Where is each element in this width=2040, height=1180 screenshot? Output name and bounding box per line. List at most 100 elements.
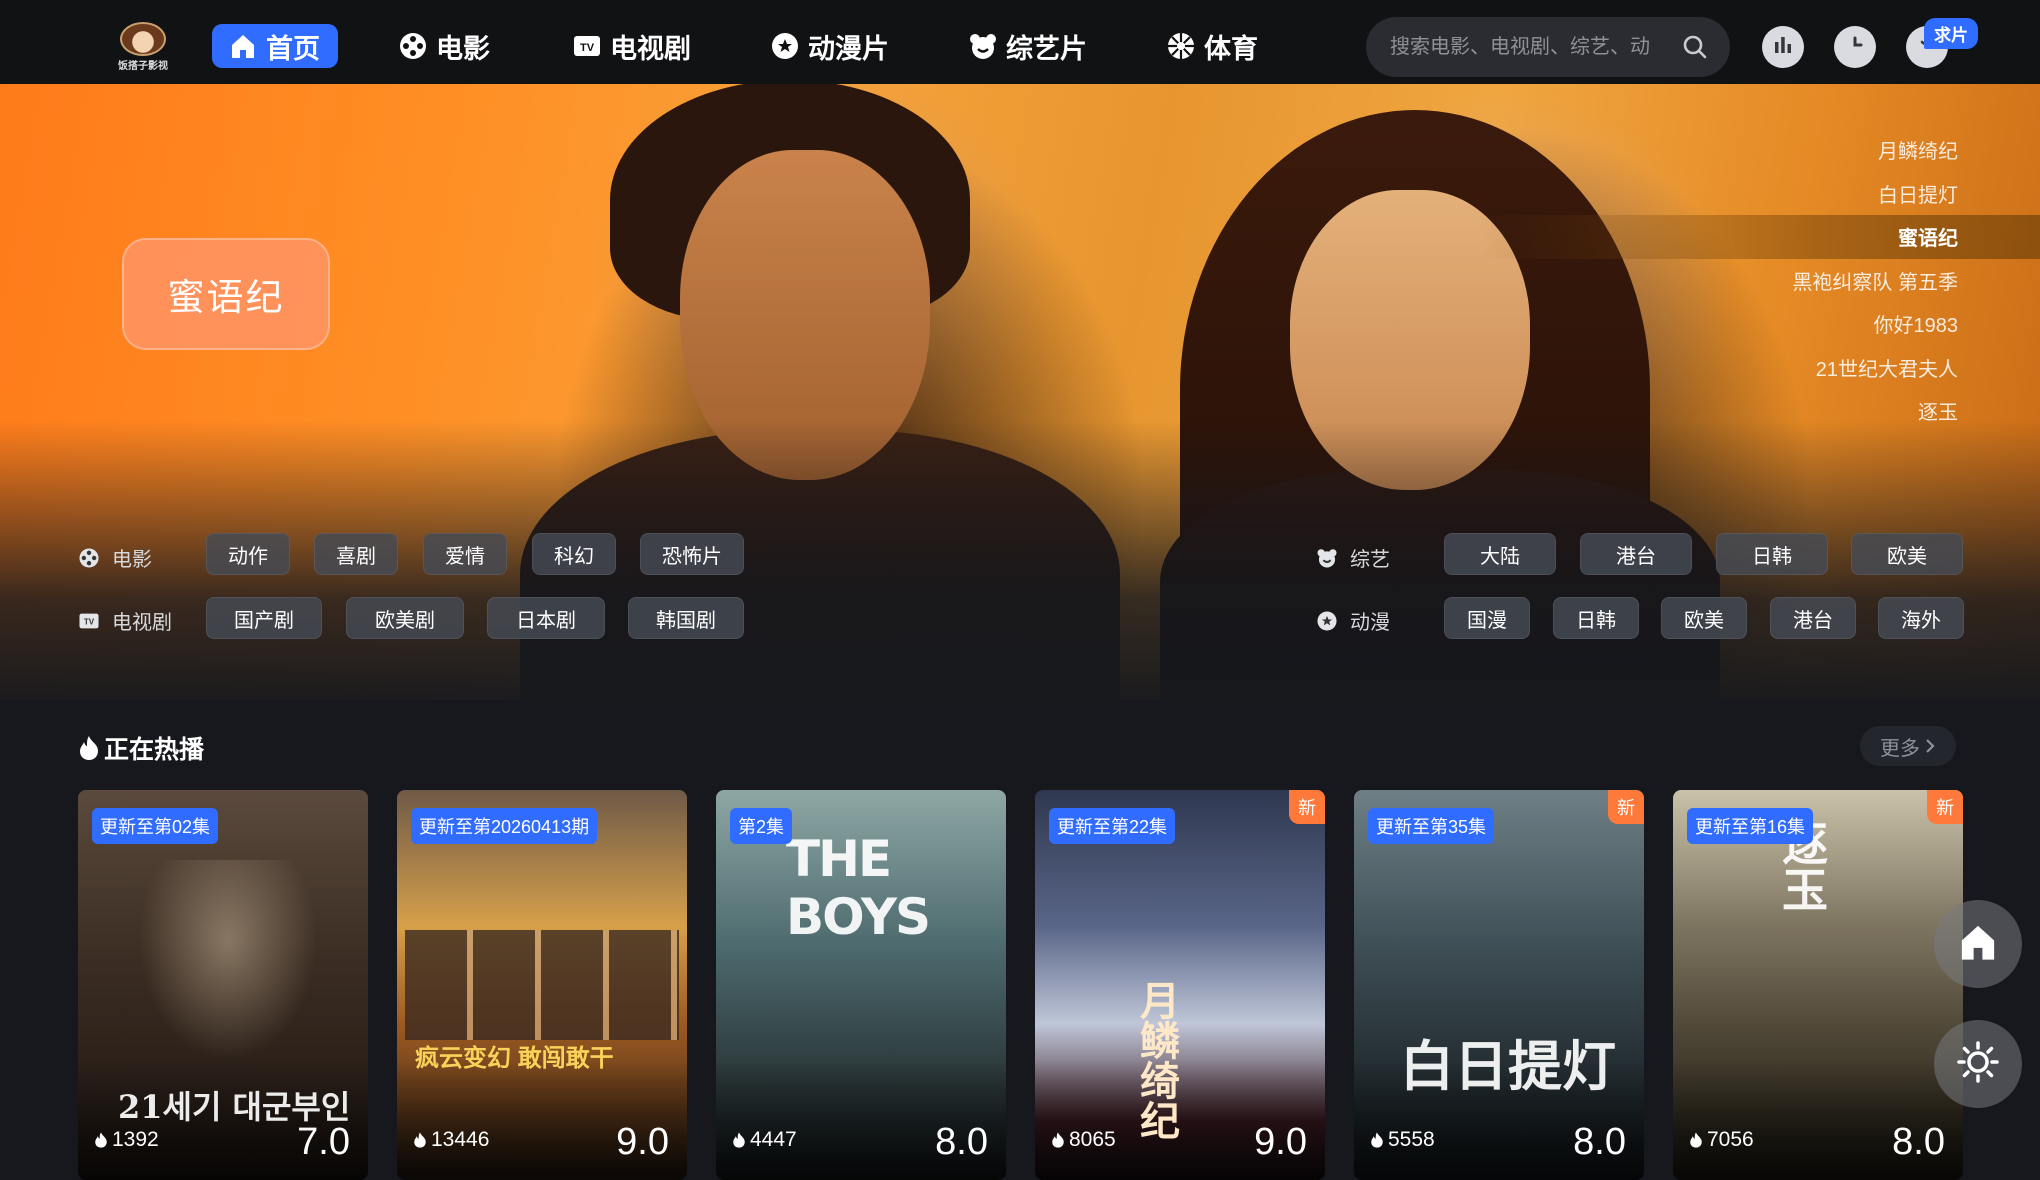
nav-tv-label: 电视剧 (610, 33, 691, 64)
heat-count: 4447 (732, 1128, 797, 1152)
chip-tv-western[interactable]: 欧美剧 (346, 597, 464, 639)
nav-variety[interactable]: 综艺片 (968, 24, 1087, 68)
search-icon[interactable] (1682, 34, 1708, 65)
sun-icon (1955, 1039, 2001, 1090)
nav-anime-label: 动漫片 (808, 33, 889, 64)
search-box[interactable] (1366, 17, 1730, 77)
logo-mascot-icon (120, 22, 166, 56)
poster-title: THE BOYS (786, 830, 931, 946)
chip-movie-horror[interactable]: 恐怖片 (640, 533, 744, 575)
chip-anime-hktw[interactable]: 港台 (1770, 597, 1856, 639)
nav-tv[interactable]: TV 电视剧 (572, 24, 691, 68)
football-icon (1166, 31, 1196, 61)
new-badge: 新 (1927, 790, 1963, 824)
hero-list-item[interactable]: 月鳞绮纪 (1480, 128, 2040, 172)
clock-icon (1843, 33, 1867, 62)
chip-movie-action[interactable]: 动作 (206, 533, 290, 575)
category-tv-text: 电视剧 (112, 612, 172, 634)
chip-anime-chinese[interactable]: 国漫 (1444, 597, 1530, 639)
bear-icon (968, 31, 998, 61)
hero-list-item[interactable]: 你好1983 (1480, 302, 2040, 346)
chip-variety-jpkr[interactable]: 日韩 (1716, 533, 1828, 575)
chip-variety-hktw[interactable]: 港台 (1580, 533, 1692, 575)
episode-badge: 更新至第16集 (1687, 808, 1814, 844)
nav-sports[interactable]: 体育 (1166, 24, 1258, 68)
more-button-label: 更多 (1880, 737, 1920, 760)
history-button[interactable] (1834, 26, 1876, 68)
fire-icon (1370, 1131, 1384, 1149)
theme-toggle-button[interactable] (1934, 1020, 2022, 1108)
nav-movie[interactable]: 电影 (398, 24, 490, 68)
fire-icon (413, 1131, 427, 1149)
category-variety-text: 综艺 (1350, 549, 1390, 571)
heat-value: 8065 (1069, 1128, 1116, 1151)
video-card[interactable]: 白日提灯 更新至第35集 新 5558 8.0 (1354, 790, 1644, 1180)
fire-icon (1689, 1131, 1703, 1149)
video-card[interactable]: 疯云变幻 敢闯敢干 更新至第20260413期 13446 9.0 (397, 790, 687, 1180)
category-anime-text: 动漫 (1350, 612, 1390, 634)
video-card[interactable]: 21세기 대군부인 更新至第02集 1392 7.0 (78, 790, 368, 1180)
new-badge: 新 (1289, 790, 1325, 824)
svg-text:TV: TV (580, 42, 595, 54)
score: 8.0 (1573, 1121, 1626, 1163)
video-card[interactable]: 逐玉 更新至第16集 新 7056 8.0 (1673, 790, 1963, 1180)
fire-icon (1051, 1131, 1065, 1149)
chip-anime-jpkr[interactable]: 日韩 (1553, 597, 1639, 639)
chip-tv-domestic[interactable]: 国产剧 (206, 597, 322, 639)
fire-icon (732, 1131, 746, 1149)
back-home-button[interactable] (1934, 900, 2022, 988)
chip-movie-scifi[interactable]: 科幻 (532, 533, 616, 575)
chip-anime-western[interactable]: 欧美 (1661, 597, 1747, 639)
more-button[interactable]: 更多 (1860, 726, 1956, 766)
category-movie-label[interactable]: 电影 (78, 543, 152, 572)
score: 9.0 (616, 1121, 669, 1163)
chevron-right-icon (1924, 738, 1936, 754)
top-navigation-bar: 饭搭子影视 首页 电影 TV 电视剧 动漫片 综艺片 体育 搜索电影、电视剧、综… (0, 0, 2040, 84)
search-input[interactable] (1390, 35, 1660, 59)
chip-movie-comedy[interactable]: 喜剧 (314, 533, 398, 575)
category-movie-text: 电影 (112, 549, 152, 571)
poster-art (138, 860, 318, 1060)
home-icon (228, 31, 258, 61)
tv-icon: TV (78, 610, 100, 632)
chip-anime-overseas[interactable]: 海外 (1878, 597, 1964, 639)
nav-anime[interactable]: 动漫片 (770, 24, 889, 68)
tv-icon: TV (572, 31, 602, 61)
nav-home[interactable]: 首页 (212, 24, 338, 68)
episode-badge: 更新至第35集 (1368, 808, 1495, 844)
chip-variety-mainland[interactable]: 大陆 (1444, 533, 1556, 575)
site-logo[interactable]: 饭搭子影视 (114, 22, 172, 72)
svg-text:TV: TV (84, 617, 95, 626)
poster-title: 月鳞绮纪 (1133, 980, 1180, 1140)
heat-count: 7056 (1689, 1128, 1754, 1152)
hero-list-item[interactable]: 逐玉 (1480, 389, 2040, 433)
heat-count: 8065 (1051, 1128, 1116, 1152)
chip-tv-korean[interactable]: 韩国剧 (628, 597, 744, 639)
score: 8.0 (1892, 1121, 1945, 1163)
logo-text: 饭搭子影视 (118, 61, 168, 72)
film-reel-icon (398, 31, 428, 61)
hero-list-item[interactable]: 白日提灯 (1480, 172, 2040, 216)
hero-list-item-active[interactable]: 蜜语纪 (1480, 215, 2040, 259)
video-card[interactable]: THE BOYS 第2集 4447 8.0 (716, 790, 1006, 1180)
ranking-button[interactable] (1762, 26, 1804, 68)
new-badge: 新 (1608, 790, 1644, 824)
hero-list-item[interactable]: 21世纪大君夫人 (1480, 346, 2040, 390)
hero-list-item[interactable]: 黑袍纠察队 第五季 (1480, 259, 2040, 303)
bear-icon (1316, 547, 1338, 569)
video-card[interactable]: 月鳞绮纪 更新至第22集 新 8065 9.0 (1035, 790, 1325, 1180)
episode-badge: 更新至第20260413期 (411, 808, 598, 844)
home-icon (1956, 920, 2000, 969)
score: 7.0 (297, 1121, 350, 1163)
category-tv-label[interactable]: TV 电视剧 (78, 606, 172, 635)
chip-movie-romance[interactable]: 爱情 (423, 533, 507, 575)
score: 8.0 (935, 1121, 988, 1163)
hero-featured-title[interactable]: 蜜语纪 (122, 238, 330, 350)
chip-variety-western[interactable]: 欧美 (1851, 533, 1963, 575)
nav-variety-label: 综艺片 (1006, 33, 1087, 64)
fire-icon (94, 1131, 108, 1149)
category-variety-label[interactable]: 综艺 (1316, 543, 1390, 572)
chip-tv-japanese[interactable]: 日本剧 (487, 597, 605, 639)
request-badge[interactable]: 求片 (1924, 18, 1978, 49)
category-anime-label[interactable]: 动漫 (1316, 606, 1390, 635)
